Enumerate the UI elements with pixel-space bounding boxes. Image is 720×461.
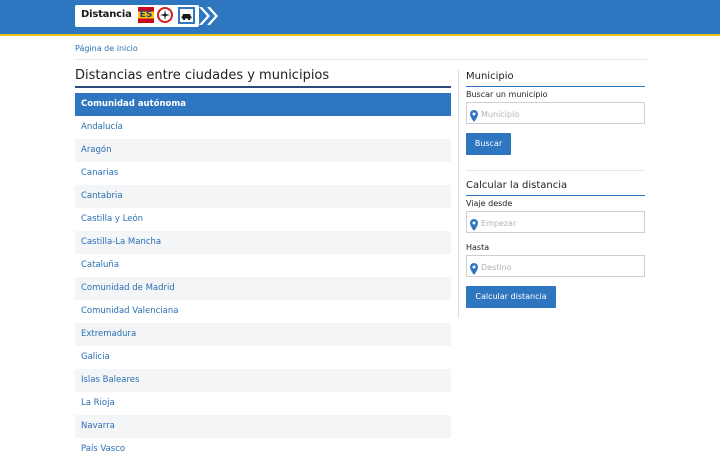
site-logo[interactable]: Distancia ES <box>75 5 221 27</box>
municipio-heading: Municipio <box>466 71 514 82</box>
table-row-link[interactable]: Extremadura <box>75 323 451 346</box>
municipio-field <box>466 102 645 124</box>
buscar-button[interactable]: Buscar <box>466 133 511 155</box>
table-row-link[interactable]: Canarias <box>75 162 451 185</box>
municipio-search-input[interactable] <box>479 105 643 123</box>
table-row-link[interactable]: Comunidad Valenciana <box>75 300 451 323</box>
car-icon <box>178 7 195 24</box>
top-navbar: Distancia ES <box>0 0 720 36</box>
table-header: Comunidad autónoma <box>75 93 451 116</box>
logo-box: Distancia ES <box>75 5 199 27</box>
table-row-link[interactable]: Cataluña <box>75 254 451 277</box>
chevron-arrows-icon <box>197 5 221 31</box>
map-pin-icon <box>470 107 478 126</box>
logo-es-badge: ES <box>138 7 154 23</box>
from-field <box>466 211 645 233</box>
table-row-link[interactable]: Cantabria <box>75 185 451 208</box>
page-title: Distancias entre ciudades y municipios <box>75 68 330 83</box>
calcular-distancia-button[interactable]: Calcular distancia <box>466 286 556 308</box>
table-row-link[interactable]: Islas Baleares <box>75 369 451 392</box>
table-row-link[interactable]: Navarra <box>75 415 451 438</box>
sidebar-divider <box>458 70 459 318</box>
table-row-link[interactable]: Comunidad de Madrid <box>75 277 451 300</box>
map-pin-icon <box>470 216 478 235</box>
airplane-icon <box>157 7 173 23</box>
table-row-link[interactable]: Castilla-La Mancha <box>75 231 451 254</box>
table-row-link[interactable]: Andalucía <box>75 116 451 139</box>
heading-underline <box>466 86 645 87</box>
divider <box>466 170 645 171</box>
table-row-link[interactable]: Aragón <box>75 139 451 162</box>
to-input[interactable] <box>479 258 643 276</box>
from-input[interactable] <box>479 214 643 232</box>
breadcrumb-home-link[interactable]: Página de inicio <box>75 44 138 53</box>
table-row-link[interactable]: Galicia <box>75 346 451 369</box>
from-label: Viaje desde <box>466 199 513 208</box>
table-row-link[interactable]: La Rioja <box>75 392 451 415</box>
divider <box>75 59 647 60</box>
table-row-link[interactable]: Castilla y León <box>75 208 451 231</box>
distance-heading: Calcular la distancia <box>466 180 568 191</box>
logo-text: Distancia <box>81 9 132 20</box>
heading-underline <box>466 195 645 196</box>
to-field <box>466 255 645 277</box>
municipio-search-label: Buscar un municipio <box>466 90 548 99</box>
title-underline <box>75 86 451 88</box>
map-pin-icon <box>470 260 478 279</box>
to-label: Hasta <box>466 243 490 252</box>
communities-table: Comunidad autónoma Andalucía Aragón Cana… <box>75 93 451 461</box>
